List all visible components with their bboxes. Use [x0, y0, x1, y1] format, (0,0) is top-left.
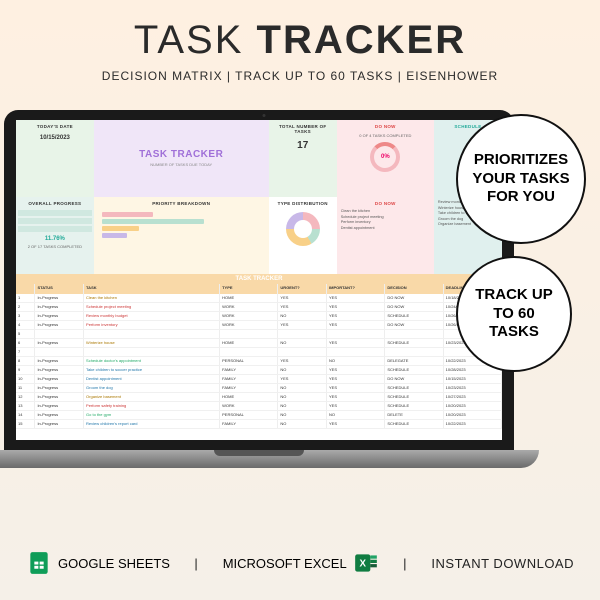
- table-row[interactable]: 4In-ProgressPerform inventoryWORKYESYESD…: [16, 321, 502, 330]
- callout-prioritizes: PRIORITIZES YOUR TASKS FOR YOU: [456, 114, 586, 244]
- total-value: 17: [272, 140, 334, 151]
- table-row[interactable]: 11In-ProgressGroom the dogFAMILYNOYESSCH…: [16, 384, 502, 393]
- type-label: TYPE DISTRIBUTION: [276, 199, 330, 208]
- table-row[interactable]: 5: [16, 330, 502, 339]
- donow-item: Schedule project meeting: [341, 215, 430, 219]
- total-tasks-card: TOTAL NUMBER OF TASKS 17: [269, 120, 337, 197]
- tracker-subtitle: NUMBER OF TASKS DUE TODAY: [150, 162, 212, 167]
- overall-progress-card: OVERALL PROGRESS 11.76% 2 OF 17 TASKS CO…: [16, 197, 94, 274]
- table-row[interactable]: 10In-ProgressDentist appointmentFAMILYYE…: [16, 375, 502, 384]
- priority-bars: [96, 212, 267, 238]
- today-date-card: TODAY'S DATE 10/15/2023: [16, 120, 94, 197]
- footer-sep1: |: [194, 556, 198, 571]
- table-row[interactable]: 13In-ProgressPerform safety trainingWORK…: [16, 402, 502, 411]
- col-header: TYPE: [220, 284, 278, 294]
- instant-download: INSTANT DOWNLOAD: [431, 556, 574, 571]
- table-row[interactable]: 9In-ProgressTake children to soccer prac…: [16, 366, 502, 375]
- type-distribution-card: TYPE DISTRIBUTION: [269, 197, 337, 274]
- table-row[interactable]: 12In-ProgressOrganize basementHOMENOYESS…: [16, 393, 502, 402]
- table-row[interactable]: 2In-ProgressSchedule project meetingWORK…: [16, 303, 502, 312]
- table-header-row: STATUSTASKTYPEURGENT?IMPORTANT?DECISIOND…: [16, 284, 502, 294]
- col-header: IMPORTANT?: [327, 284, 385, 294]
- spreadsheet-screen: TODAY'S DATE 10/15/2023 TASK TRACKER NUM…: [16, 120, 502, 440]
- donow-label: DO NOW: [340, 122, 431, 131]
- google-sheets-icon: [26, 550, 52, 576]
- donow-sub: 0 OF 4 TASKS COMPLETED: [340, 133, 431, 138]
- col-header: URGENT?: [278, 284, 327, 294]
- footer-sep2: |: [403, 556, 407, 571]
- col-header: [16, 284, 35, 294]
- excel-icon: X: [353, 550, 379, 576]
- main-title: TASK TRACKER: [0, 18, 600, 63]
- table-row[interactable]: 8In-ProgressSchedule doctor's appointmen…: [16, 357, 502, 366]
- col-header: DECISION: [385, 284, 443, 294]
- table-row[interactable]: 3In-ProgressReview monthly budgetWORKNOY…: [16, 312, 502, 321]
- today-label: TODAY'S DATE: [19, 122, 91, 131]
- table-row[interactable]: 15In-ProgressReview children's report ca…: [16, 420, 502, 429]
- table-row[interactable]: 6In-ProgressWinterize houseHOMENOYESSCHE…: [16, 339, 502, 348]
- laptop-base: [0, 450, 539, 468]
- tracker-title-card: TASK TRACKER NUMBER OF TASKS DUE TODAY: [94, 120, 269, 197]
- table-row[interactable]: 14In-ProgressGo to the gymPERSONALNONODE…: [16, 411, 502, 420]
- google-sheets-brand: GOOGLE SHEETS: [26, 550, 170, 576]
- overall-label: OVERALL PROGRESS: [18, 199, 92, 208]
- title-light: TASK: [134, 18, 244, 62]
- today-value: 10/15/2023: [19, 135, 91, 141]
- svg-text:X: X: [359, 558, 366, 569]
- task-table: TASK TRACKER STATUSTASKTYPEURGENT?IMPORT…: [16, 274, 502, 440]
- priority-breakdown-card: PRIORITY BREAKDOWN: [94, 197, 269, 274]
- overall-pct: 11.76%: [18, 236, 92, 242]
- callout-track-60: TRACK UP TO 60 TASKS: [456, 256, 572, 372]
- donow-item: Perform inventory: [341, 220, 430, 224]
- overall-sub: 2 OF 17 TASKS COMPLETED: [18, 244, 92, 249]
- table-row[interactable]: 1In-ProgressClean the kitchenHOMEYESYESD…: [16, 294, 502, 303]
- camera-icon: [263, 114, 266, 117]
- table-title: TASK TRACKER: [16, 274, 502, 284]
- col-header: STATUS: [35, 284, 84, 294]
- priority-label: PRIORITY BREAKDOWN: [96, 199, 267, 208]
- laptop-mockup: TODAY'S DATE 10/15/2023 TASK TRACKER NUM…: [4, 110, 524, 468]
- excel-brand: MICROSOFT EXCEL X: [223, 550, 379, 576]
- donow-card: DO NOW 0 OF 4 TASKS COMPLETED 0%: [337, 120, 434, 197]
- title-bold: TRACKER: [257, 18, 467, 62]
- table-row[interactable]: 7: [16, 348, 502, 357]
- footer: GOOGLE SHEETS | MICROSOFT EXCEL X | INST…: [0, 550, 600, 576]
- donow-list-card: DO NOW Clean the kitchenSchedule project…: [337, 197, 434, 274]
- donow-item: Clean the kitchen: [341, 209, 430, 213]
- donow-item: Dentist appointment: [341, 226, 430, 230]
- donow-pct-arc: 0%: [370, 142, 400, 172]
- tracker-title-text: TASK TRACKER: [139, 149, 223, 160]
- subtitle: DECISION MATRIX | TRACK UP TO 60 TASKS |…: [0, 69, 600, 83]
- total-label: TOTAL NUMBER OF TASKS: [272, 122, 334, 136]
- donut-chart-icon: [286, 212, 320, 246]
- col-header: TASK: [84, 284, 220, 294]
